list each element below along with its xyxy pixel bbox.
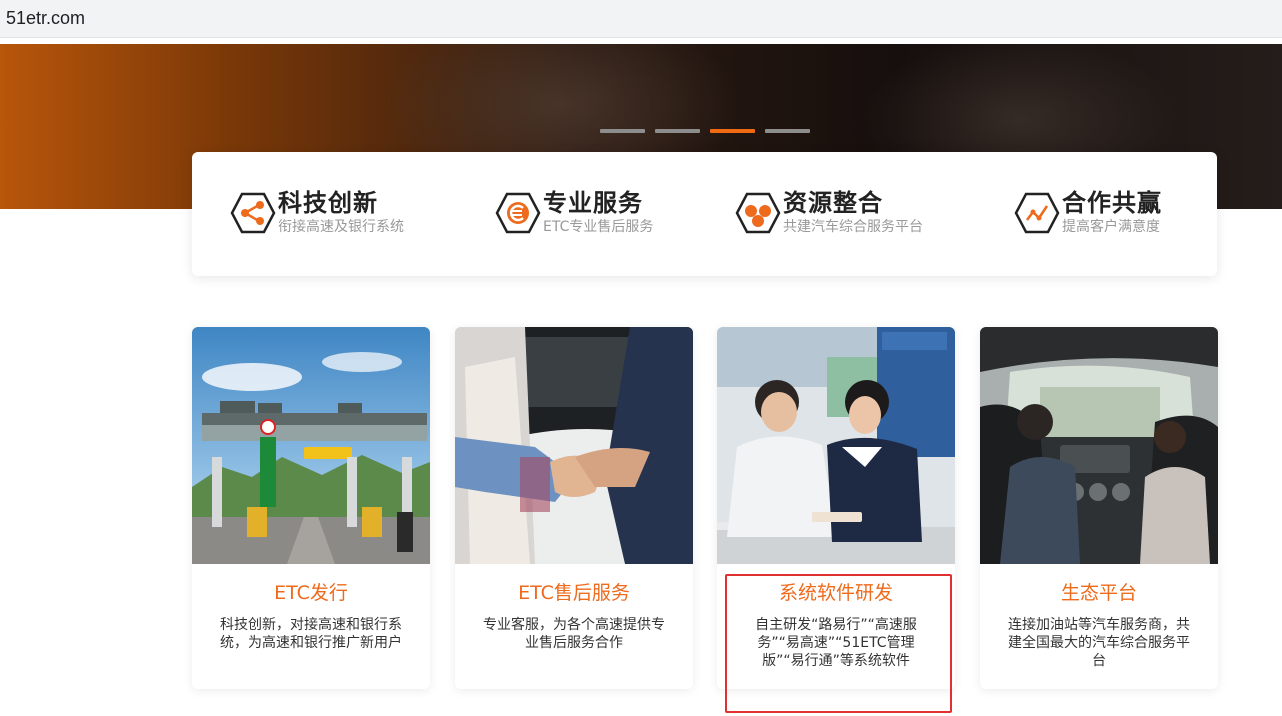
card-title[interactable]: 生态平台	[980, 581, 1218, 605]
feature-subtitle: 共建汽车综合服务平台	[783, 219, 923, 235]
card-title[interactable]: ETC发行	[192, 581, 430, 605]
three-circles-icon	[735, 192, 781, 234]
handshake-photo	[455, 327, 693, 564]
highlight-annotation-box	[725, 574, 952, 713]
carousel-dot-3-active[interactable]	[710, 129, 755, 133]
carousel-dot-2[interactable]	[655, 129, 700, 133]
feature-panel: 科技创新 衔接高速及银行系统 专业服务 ETC专业售后服务 资源整合 共建汽车综…	[192, 152, 1217, 276]
service-card-etc-issuance[interactable]: ETC发行 科技创新，对接高速和银行系统，为高速和银行推广新用户	[192, 327, 430, 689]
car-interior-photo	[980, 327, 1218, 564]
service-card-etc-after-sales[interactable]: ETC售后服务 专业客服，为各个高速提供专业售后服务合作	[455, 327, 693, 689]
card-description: 科技创新，对接高速和银行系统，为高速和银行推广新用户	[220, 617, 402, 651]
feature-professional-service: 专业服务 ETC专业售后服务	[495, 188, 653, 236]
feature-title: 资源整合	[783, 189, 883, 217]
url-text[interactable]: 51etr.com	[6, 8, 85, 29]
carousel-dot-1[interactable]	[600, 129, 645, 133]
toll-station-photo	[192, 327, 430, 564]
card-description: 连接加油站等汽车服务商，共建全国最大的汽车综合服务平台	[1008, 617, 1190, 669]
feature-subtitle: 提高客户满意度	[1062, 219, 1160, 235]
feature-subtitle: ETC专业售后服务	[543, 219, 654, 235]
share-nodes-icon	[230, 192, 276, 234]
carousel-indicators	[600, 129, 810, 133]
carousel-dot-4[interactable]	[765, 129, 810, 133]
service-counter-photo	[717, 327, 955, 564]
service-card-ecosystem-platform[interactable]: 生态平台 连接加油站等汽车服务商，共建全国最大的汽车综合服务平台	[980, 327, 1218, 689]
feature-subtitle: 衔接高速及银行系统	[278, 219, 404, 235]
e-circle-icon	[495, 192, 541, 234]
card-title[interactable]: ETC售后服务	[455, 581, 693, 605]
feature-win-win-cooperation: 合作共赢 提高客户满意度	[1014, 188, 1162, 236]
trend-line-icon	[1014, 192, 1060, 234]
feature-title: 合作共赢	[1062, 189, 1162, 217]
feature-title: 科技创新	[278, 189, 378, 217]
card-description: 专业客服，为各个高速提供专业售后服务合作	[483, 617, 665, 651]
feature-tech-innovation: 科技创新 衔接高速及银行系统	[230, 188, 404, 236]
address-bar[interactable]: 51etr.com	[0, 0, 1282, 38]
feature-resource-integration: 资源整合 共建汽车综合服务平台	[735, 188, 923, 236]
feature-title: 专业服务	[543, 189, 643, 217]
